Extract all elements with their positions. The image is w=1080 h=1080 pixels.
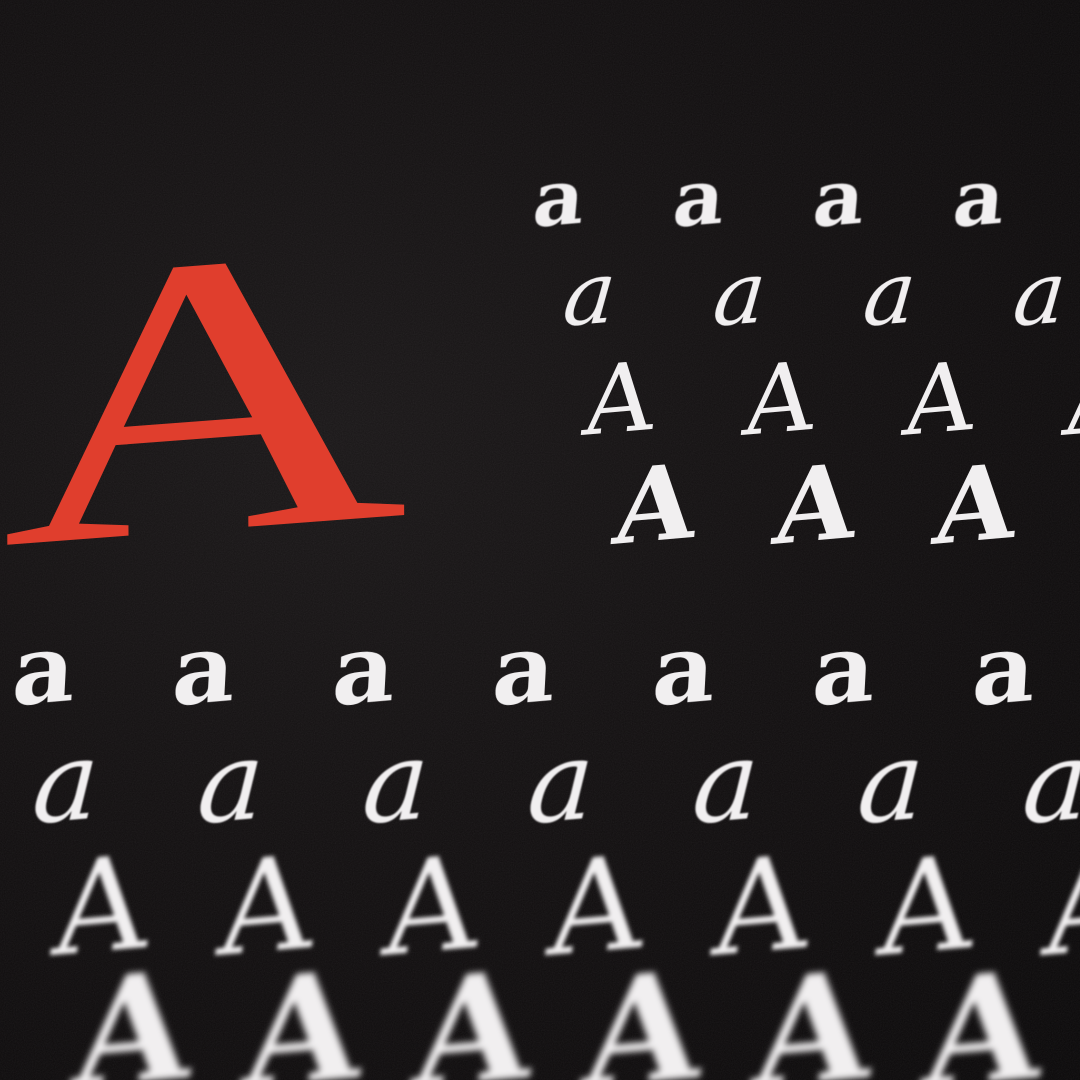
glyph-letter: a [859,242,921,347]
glyph-letter: A [1059,340,1080,458]
glyph-letter: a [1019,715,1080,849]
glyph-letter: A [739,340,820,458]
hero-letter: A [0,158,399,633]
glyph-letter: a [29,715,103,849]
glyph-letter: A [69,937,196,1080]
glyph-letter: A [579,340,660,458]
glyph-letter: a [669,150,729,246]
glyph-letter: a [854,715,928,849]
glyph-letter: a [949,150,1009,246]
glyph-letter: a [489,609,559,728]
glyph-letter: a [9,609,79,728]
glyph-letter: a [524,715,598,849]
glyph-letter: a [529,150,589,246]
glyph-letter: a [689,715,763,849]
glyph-letter: A [239,937,366,1080]
glyph-letter: A [409,937,536,1080]
glyph-letter: a [559,242,621,347]
photo-scene: A aaaaaaaaAAAAAAAaaaaaaaaaaaaaaAAAAAAAAA… [0,0,1080,1080]
glyph-letter: A [749,937,876,1080]
glyph-letter: A [899,340,980,458]
glyph-letter: a [809,609,879,728]
glyph-letter: a [169,609,239,728]
glyph-letter: A [579,937,706,1080]
glyph-letter: a [359,715,433,849]
glyph-letter: a [969,609,1039,728]
glyph-letter: A [1039,826,1080,986]
glyph-letter: A [769,439,862,569]
glyph-letter: A [919,937,1046,1080]
glyph-letter: a [329,609,399,728]
glyph-letter: a [194,715,268,849]
glyph-letter: a [709,242,771,347]
glyph-letter: A [609,439,702,569]
glyph-letter: a [649,609,719,728]
glyph-letter: a [809,150,869,246]
glyph-letter: a [1009,242,1071,347]
glyph-letter: A [929,439,1022,569]
